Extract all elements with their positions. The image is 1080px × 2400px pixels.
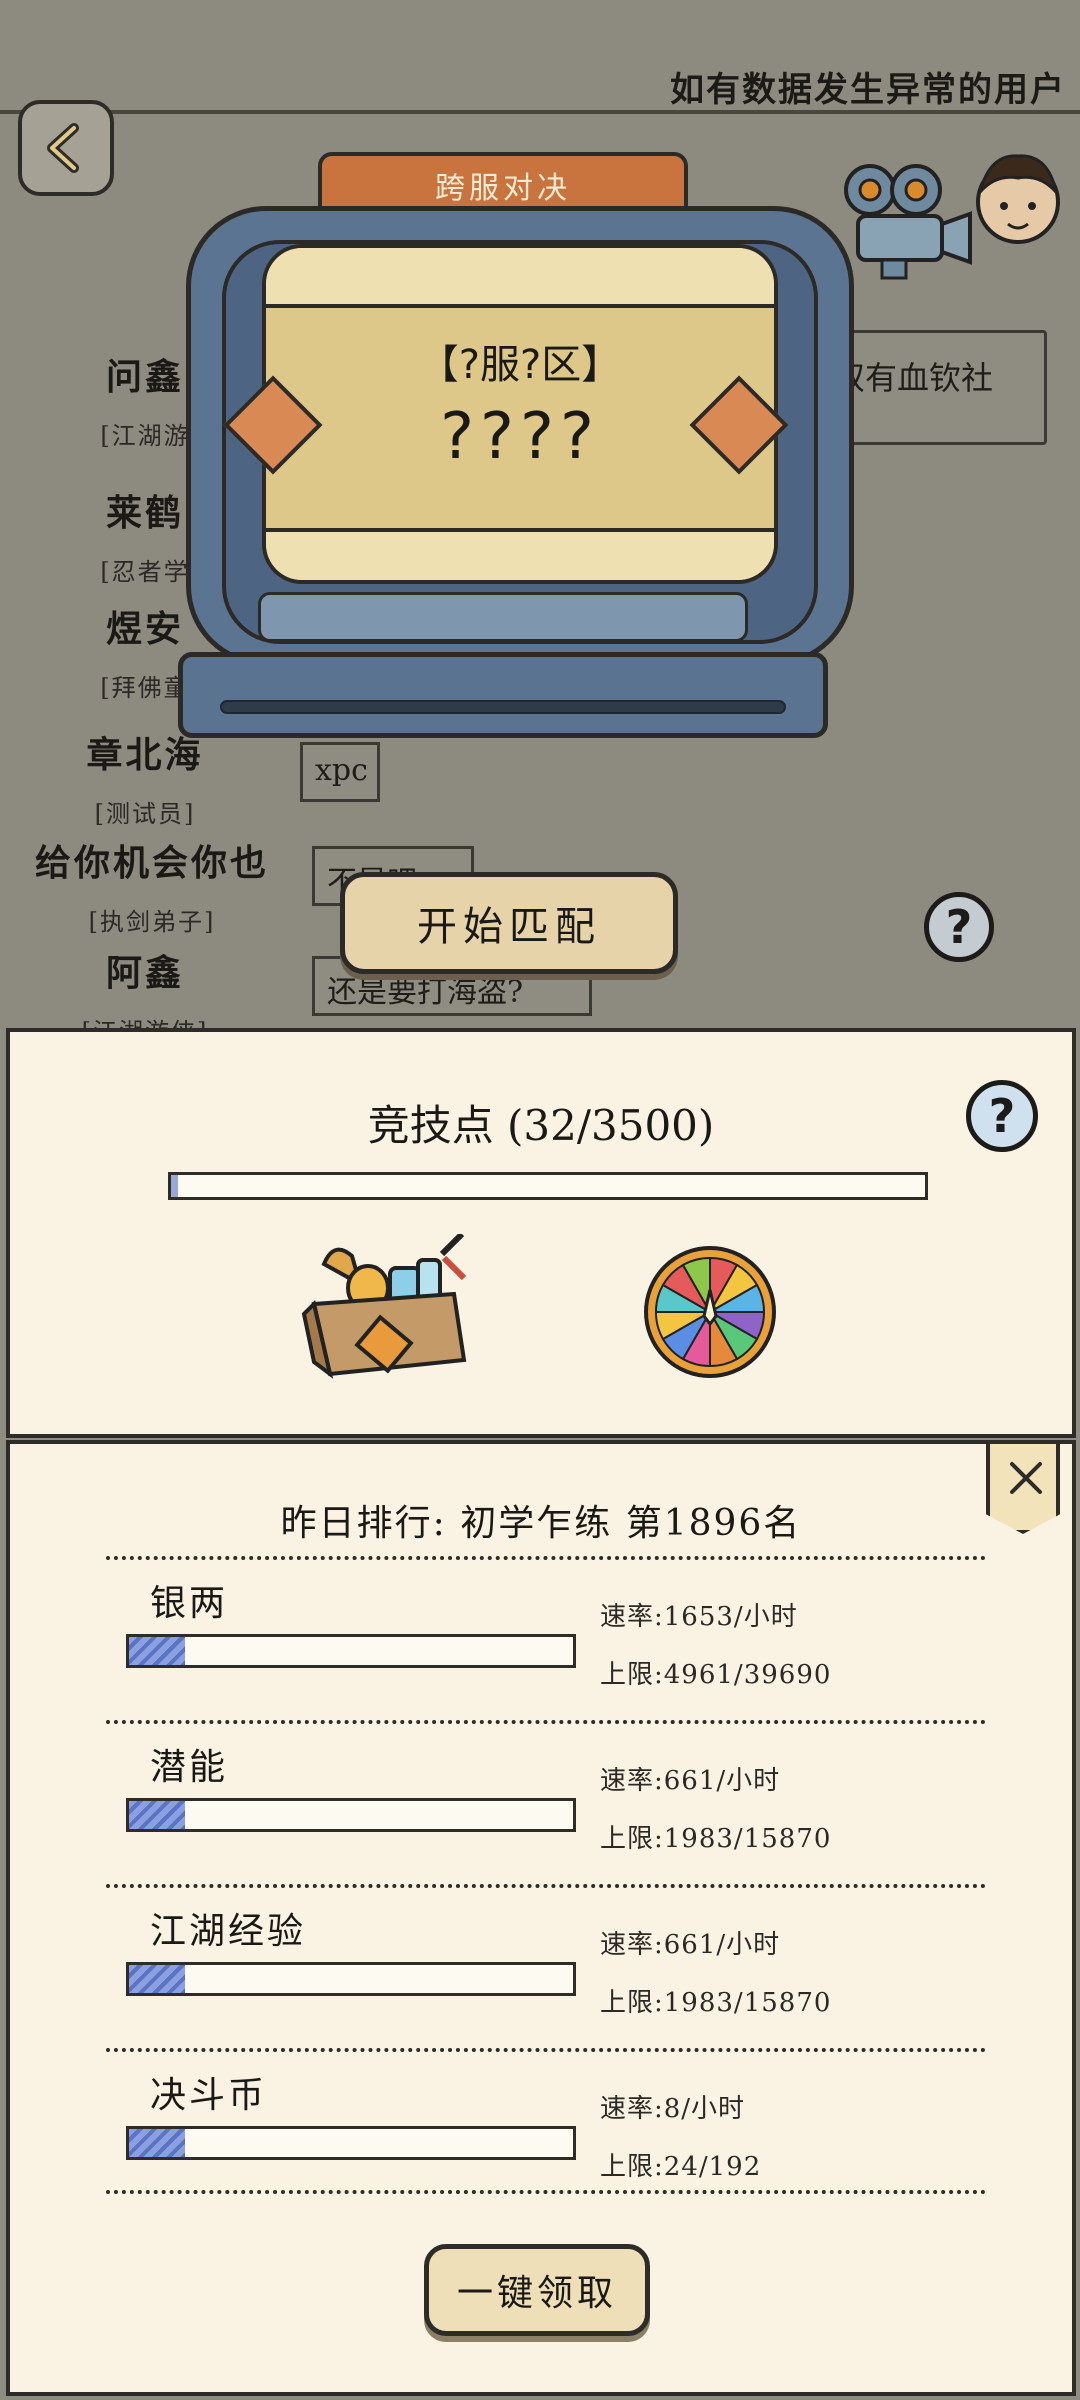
start-match-button[interactable]: 开始匹配 — [340, 872, 678, 974]
divider — [106, 1556, 986, 1560]
close-icon — [1010, 1462, 1042, 1494]
resource-progress-bar — [126, 2126, 576, 2160]
resource-progress-bar — [126, 1798, 576, 1832]
resource-rate: 速率:661/小时 — [600, 1766, 781, 1796]
resource-progress-fill — [129, 1637, 185, 1665]
machine-base — [178, 652, 828, 738]
notice-banner: 如有数据发生异常的用户 — [670, 70, 1066, 110]
divider — [106, 1884, 986, 1888]
resource-progress-bar — [126, 1962, 576, 1996]
reward-chest-icon[interactable] — [294, 1234, 474, 1384]
arena-screen: 如有数据发生异常的用户 双有血钦社 问鑫 [江湖游 莱鹤 [忍者学 煜安 [拜佛… — [0, 0, 1080, 2400]
resource-cap: 上限:4961/39690 — [600, 1660, 832, 1690]
arena-points-panel: 竞技点 (32/3500) ? — [6, 1028, 1076, 1438]
resource-progress-fill — [129, 1801, 185, 1829]
movie-camera-icon[interactable] — [830, 158, 980, 288]
ranking-title: 昨日排行: 初学乍练 第1896名 — [280, 1503, 802, 1544]
scroll-roll-bottom — [266, 528, 774, 580]
back-button[interactable] — [18, 100, 114, 196]
match-help-button[interactable]: ? — [924, 892, 994, 962]
player-title: [测试员] — [94, 800, 196, 828]
resource-rate: 速率:661/小时 — [600, 1930, 781, 1960]
chat-message-box: 双有血钦社 — [822, 330, 1047, 445]
resource-progress-bar — [126, 1634, 576, 1668]
divider — [106, 2190, 986, 2194]
arena-points-title: 竞技点 (32/3500) — [367, 1101, 715, 1150]
character-avatar-icon[interactable] — [970, 148, 1066, 264]
arena-progress-bar — [168, 1172, 928, 1200]
player-entry[interactable]: 章北海 [测试员] — [60, 726, 230, 829]
resource-progress-fill — [129, 1965, 185, 1993]
opponent-server: 【?服?区】 — [418, 342, 622, 388]
divider — [106, 2048, 986, 2052]
scroll-roll-top — [266, 248, 774, 308]
player-entry[interactable]: 给你机会你也 [执剑弟子] — [32, 834, 272, 937]
divider — [106, 1720, 986, 1724]
resource-name: 决斗币 — [150, 2075, 268, 2116]
resource-cap: 上限:1983/15870 — [600, 1824, 832, 1854]
player-message: xpc — [300, 742, 380, 802]
arena-progress-fill — [171, 1175, 178, 1197]
resource-name: 潜能 — [150, 1747, 229, 1788]
lucky-wheel-icon[interactable] — [642, 1244, 778, 1380]
resource-name: 银两 — [150, 1583, 229, 1624]
resource-rate: 速率:8/小时 — [600, 2094, 746, 2124]
player-name: 给你机会你也 — [34, 842, 269, 884]
chat-snippet: 双有血钦社 — [833, 359, 994, 397]
machine-slot — [220, 700, 786, 714]
resource-progress-fill — [129, 2129, 185, 2157]
resource-cap: 上限:1983/15870 — [600, 1988, 832, 2018]
player-title: [执剑弟子] — [88, 908, 216, 936]
resource-name: 江湖经验 — [150, 1911, 307, 1952]
resource-rate: 速率:1653/小时 — [600, 1602, 798, 1632]
machine-panel — [258, 592, 748, 642]
arena-help-button[interactable]: ? — [966, 1080, 1038, 1152]
claim-all-button[interactable]: 一键领取 — [424, 2244, 650, 2336]
resource-cap: 上限:24/192 — [600, 2152, 762, 2182]
player-name: 阿鑫 — [105, 952, 184, 994]
back-arrow-icon — [47, 123, 79, 173]
